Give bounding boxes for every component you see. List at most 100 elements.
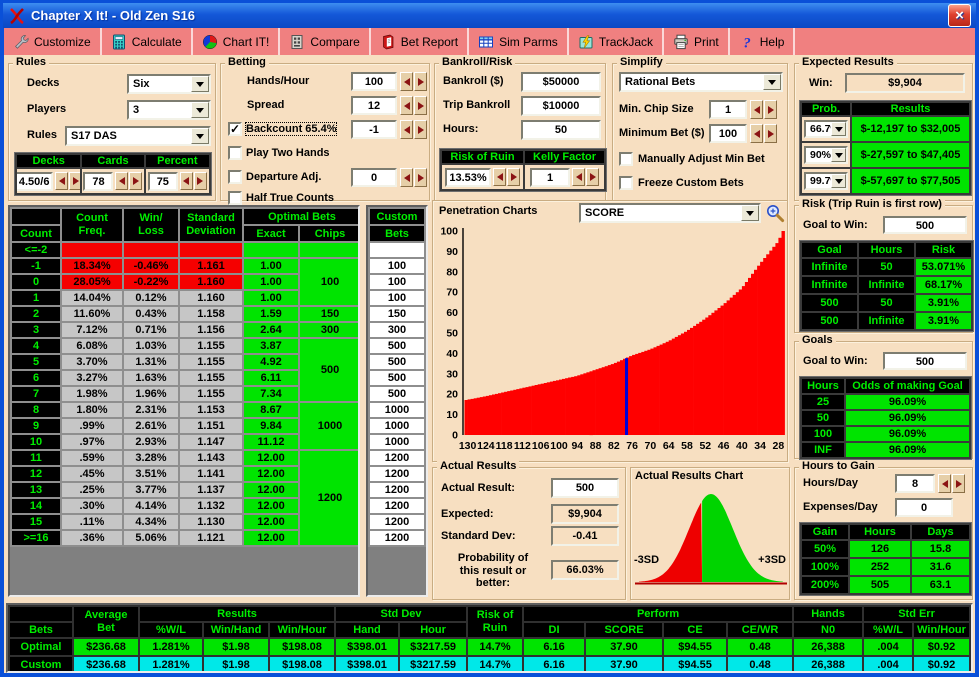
- custom-bet-cell[interactable]: 1000: [370, 403, 424, 417]
- custom-bet-cell[interactable]: 1200: [370, 515, 424, 529]
- departure-field[interactable]: 0: [351, 168, 397, 187]
- departure-spinner[interactable]: [400, 168, 427, 187]
- custom-bet-cell[interactable]: 100: [370, 275, 424, 289]
- risk-of-ruin-spinner[interactable]: [493, 168, 520, 186]
- decks-dealt-field[interactable]: 4.50/6: [17, 171, 54, 191]
- custom-bet-cell[interactable]: 500: [370, 339, 424, 353]
- cards-field[interactable]: 78: [83, 171, 114, 191]
- custom-bet-cell[interactable]: 1000: [370, 435, 424, 449]
- chart-zoom-button[interactable]: [764, 202, 786, 224]
- expected-label: Expected:: [441, 508, 494, 520]
- toolbar-button-help[interactable]: ? Help: [730, 28, 796, 55]
- custom-bet-cell[interactable]: 100: [370, 259, 424, 273]
- custom-bet-cell[interactable]: 1000: [370, 419, 424, 433]
- winloss-cell: 1.31%: [124, 355, 178, 369]
- toolbar-button-print[interactable]: Print: [664, 28, 730, 55]
- min-bet-spinner[interactable]: [750, 124, 777, 143]
- chevron-down-icon[interactable]: [191, 102, 209, 118]
- standard-dev-label: Standard Dev:: [441, 530, 516, 542]
- chevron-down-icon[interactable]: [191, 76, 209, 92]
- chevron-down-icon[interactable]: [831, 122, 846, 136]
- expenses-day-field[interactable]: 0: [895, 498, 953, 517]
- custom-bet-cell[interactable]: 300: [370, 323, 424, 337]
- title-bar[interactable]: Chapter X It! - Old Zen S16 ×: [3, 3, 976, 28]
- trip-bankroll-field[interactable]: $10000: [521, 96, 601, 116]
- spread-field[interactable]: 12: [351, 96, 397, 115]
- bankroll-field[interactable]: $50000: [521, 72, 601, 92]
- actual-result-field[interactable]: 500: [551, 478, 619, 498]
- sd-cell: 1.158: [180, 307, 242, 321]
- backcount-spinner[interactable]: [400, 120, 427, 139]
- percent-spinner[interactable]: [179, 172, 207, 190]
- custom-bet-cell[interactable]: 500: [370, 371, 424, 385]
- chevron-down-icon[interactable]: [741, 205, 759, 221]
- kelly-factor-field[interactable]: 1: [530, 167, 570, 187]
- sd-cell: 1.161: [180, 259, 242, 273]
- goals-goal-field[interactable]: 500: [883, 352, 967, 370]
- backcount-field[interactable]: -1: [351, 120, 397, 139]
- prob-combo[interactable]: 66.7%: [804, 120, 848, 138]
- bet-mode-combo[interactable]: Rational Bets: [619, 72, 783, 92]
- custom-bet-cell[interactable]: 1200: [370, 483, 424, 497]
- actual-results-group: Actual Results Actual Result: 500 Expect…: [432, 460, 626, 600]
- svg-text:100: 100: [550, 440, 568, 452]
- backcount-checkbox[interactable]: ✓: [228, 122, 242, 136]
- goals-goal-label: Goal to Win:: [803, 355, 868, 367]
- manual-min-bet-checkbox[interactable]: [619, 152, 633, 166]
- risk-of-ruin-field[interactable]: 13.53%: [445, 167, 491, 187]
- custom-bet-cell[interactable]: 1200: [370, 531, 424, 545]
- departure-checkbox[interactable]: [228, 170, 242, 184]
- custom-bet-cell[interactable]: 100: [370, 291, 424, 305]
- custom-bet-cell[interactable]: 500: [370, 387, 424, 401]
- risk-goal-field[interactable]: 500: [883, 216, 967, 234]
- chevron-down-icon[interactable]: [191, 128, 209, 144]
- actual-result-label: Actual Result:: [441, 482, 515, 494]
- cards-spinner[interactable]: [115, 172, 143, 190]
- expected-results-group: Expected Results Win: $9,904 Prob. Resul…: [794, 56, 973, 201]
- toolbar-button-calculate[interactable]: Calculate: [102, 28, 193, 55]
- hours-day-spinner[interactable]: [938, 474, 965, 493]
- chevron-down-icon[interactable]: [763, 74, 781, 90]
- toolbar-button-bet-report[interactable]: Bet Report: [371, 28, 470, 55]
- min-chip-field[interactable]: 1: [709, 100, 747, 119]
- custom-bet-cell[interactable]: 1200: [370, 451, 424, 465]
- toolbar: Customize Calculate Chart IT! Compare Bet Re…: [4, 28, 975, 56]
- rules-combo[interactable]: S17 DAS: [65, 126, 211, 146]
- chart-selector-combo[interactable]: SCORE: [579, 203, 761, 223]
- hours-field[interactable]: 50: [521, 120, 601, 140]
- chevron-down-icon[interactable]: [831, 148, 846, 162]
- hours-day-field[interactable]: 8: [895, 474, 935, 493]
- half-true-counts-checkbox[interactable]: [228, 191, 242, 205]
- prob-combo[interactable]: 90%: [804, 146, 848, 164]
- min-chip-spinner[interactable]: [750, 100, 777, 119]
- players-combo[interactable]: 3: [127, 100, 211, 120]
- kelly-factor-spinner[interactable]: [572, 168, 599, 186]
- toolbar-button-customize[interactable]: Customize: [4, 28, 102, 55]
- min-bet-field[interactable]: 100: [709, 124, 747, 143]
- toolbar-button-chart-it[interactable]: Chart IT!: [193, 28, 281, 55]
- freq-cell: .11%: [62, 515, 122, 529]
- custom-bet-cell[interactable]: 150: [370, 307, 424, 321]
- decks-combo[interactable]: Six: [127, 74, 211, 94]
- toolbar-button-trackjack[interactable]: TrackJack: [569, 28, 665, 55]
- spread-spinner[interactable]: [400, 96, 427, 115]
- play-two-hands-checkbox[interactable]: [228, 146, 242, 160]
- custom-bet-cell[interactable]: 500: [370, 355, 424, 369]
- hands-hour-spinner[interactable]: [400, 72, 427, 91]
- hands-hour-field[interactable]: 100: [351, 72, 397, 91]
- chevron-down-icon[interactable]: [831, 174, 846, 188]
- winloss-cell: 0.12%: [124, 291, 178, 305]
- close-button[interactable]: ×: [948, 4, 971, 27]
- freeze-custom-checkbox[interactable]: [619, 176, 633, 190]
- summary-cell: $3217.59: [400, 639, 467, 655]
- decks-dealt-spinner[interactable]: [55, 172, 81, 190]
- prob-combo[interactable]: 99.7%: [804, 172, 848, 190]
- toolbar-button-compare[interactable]: Compare: [280, 28, 371, 55]
- percent-field[interactable]: 75: [147, 171, 178, 191]
- spin-left-button: [400, 72, 413, 91]
- custom-bet-cell[interactable]: 1200: [370, 467, 424, 481]
- custom-bet-cell[interactable]: [370, 243, 424, 257]
- custom-bet-cell[interactable]: 1200: [370, 499, 424, 513]
- toolbar-button-sim-parms[interactable]: Sim Parms: [469, 28, 569, 55]
- summary-cell: $0.92: [914, 639, 970, 655]
